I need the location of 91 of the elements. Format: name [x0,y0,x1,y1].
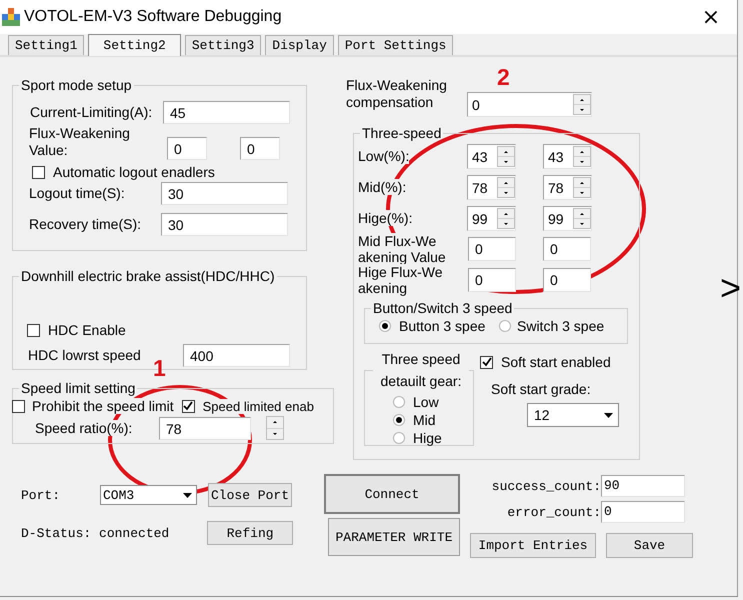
field-label: Flux-Weakening Value: [29,125,131,159]
input-field[interactable]: 0 [240,137,280,160]
group-title: Downhill electric brake assist(HDC/HHC) [20,268,276,284]
checkbox[interactable] [182,400,195,412]
input-field[interactable]: 0 [543,268,591,292]
spin-field[interactable]: 78 [543,175,592,200]
checkbox-label: Speed limited enab [202,398,314,414]
spin-buttons[interactable] [573,177,591,198]
radio-button[interactable] [393,432,405,444]
input-field[interactable]: 0 [468,237,516,261]
radio-button[interactable] [393,414,405,426]
group-title: Sport mode setup [20,77,133,93]
checkbox[interactable] [27,324,40,336]
spin-field[interactable]: 99 [543,206,592,231]
spin-buttons[interactable] [497,146,515,167]
radio-button[interactable] [499,320,511,332]
tab[interactable]: Setting3 [184,35,262,55]
refresh-button[interactable]: Refing [207,521,293,545]
dropdown[interactable]: COM3 [100,485,197,505]
spin-buttons[interactable] [573,94,591,115]
group-title: Three speed detauilt gear: [380,350,462,391]
field-label: Hige Flux-We akening [358,264,468,296]
field-label: Recovery time(S): [29,216,142,233]
caret-icon [183,492,192,498]
field-label: Hige(%): [358,210,412,226]
checkbox[interactable] [12,400,25,412]
radio-button[interactable] [379,320,391,332]
app-icon [2,8,20,26]
next-arrow[interactable]: > [720,273,742,303]
spin-field[interactable]: 43 [543,144,592,169]
caret-icon [604,412,613,418]
status-text: D-Status: connected [21,526,170,540]
window-title: VOTOL-EM-V3 Software Debugging [24,8,283,26]
radio-label: Button 3 spee [399,318,486,334]
connect-button[interactable]: Connect [324,474,460,514]
group-title: Button/Switch 3 speed [372,300,514,316]
input-field[interactable]: 0 [543,237,591,261]
close-port-button[interactable]: Close Port [208,483,292,507]
input-field[interactable]: 45 [163,101,290,124]
import-entries-button[interactable]: Import Entries [470,533,596,558]
input-field[interactable]: 0 [601,501,685,523]
tab[interactable]: Setting1 [8,35,84,55]
tab[interactable]: Setting2 [88,34,181,56]
dropdown[interactable]: 12 [527,403,619,427]
field-label: Port: [21,488,62,502]
spin-field[interactable]: 99 [467,206,516,231]
checkbox-label: Prohibit the speed limit [32,398,174,414]
checkbox-label: Soft start enabled [501,354,611,370]
checkbox-label: HDC Enable [48,322,126,338]
input-field[interactable]: 90 [601,475,685,497]
group-title: Three-speed [361,125,442,141]
radio-label: Hige [413,430,442,446]
group-title: Speed limit setting [20,380,136,396]
checkbox[interactable] [480,356,493,368]
annotation-number: 1 [153,357,166,380]
spin-buttons[interactable] [497,208,515,229]
spin-buttons[interactable] [573,146,591,167]
save-button[interactable]: Save [606,533,693,558]
radio-label: Switch 3 spee [517,318,606,334]
input-field[interactable]: 30 [161,182,288,205]
spin-field[interactable]: 0 [467,92,592,117]
radio-label: Mid [413,412,436,428]
field-label: Soft start grade: [491,381,592,398]
field-label: Mid(%): [358,179,406,195]
spin-field[interactable]: 78 [467,175,516,200]
field-label: Current-Limiting(A): [30,104,154,121]
close-button[interactable]: × [691,0,731,34]
checkbox-label: Automatic logout enadlers [53,164,215,180]
tab[interactable]: Display [265,35,334,55]
field-label: Low(%): [358,148,410,164]
input-field[interactable]: 400 [183,344,290,367]
checkbox[interactable] [32,166,45,178]
spin-buttons[interactable] [573,208,591,229]
tab[interactable]: Port Settings [338,35,454,55]
field-label: Speed ratio(%): [35,420,132,436]
input-field[interactable]: 78 [159,416,251,440]
spin-buttons[interactable] [266,416,284,440]
parameter-write-button[interactable]: PARAMETER WRITE [328,518,460,556]
spin-field[interactable]: 43 [467,144,516,169]
field-label: error_count: [506,504,601,520]
radio-label: Low [413,394,439,410]
field-label: success_count: [490,478,601,494]
input-field[interactable]: 30 [161,213,288,236]
field-label: HDC lowrst speed [28,347,142,364]
annotation-number: 2 [497,66,510,89]
radio-button[interactable] [393,396,405,408]
field-label: Flux-Weakening compensation [346,77,448,111]
field-label: Logout time(S): [29,185,126,202]
spin-buttons[interactable] [497,177,515,198]
input-field[interactable]: 0 [468,268,516,292]
input-field[interactable]: 0 [167,137,207,160]
